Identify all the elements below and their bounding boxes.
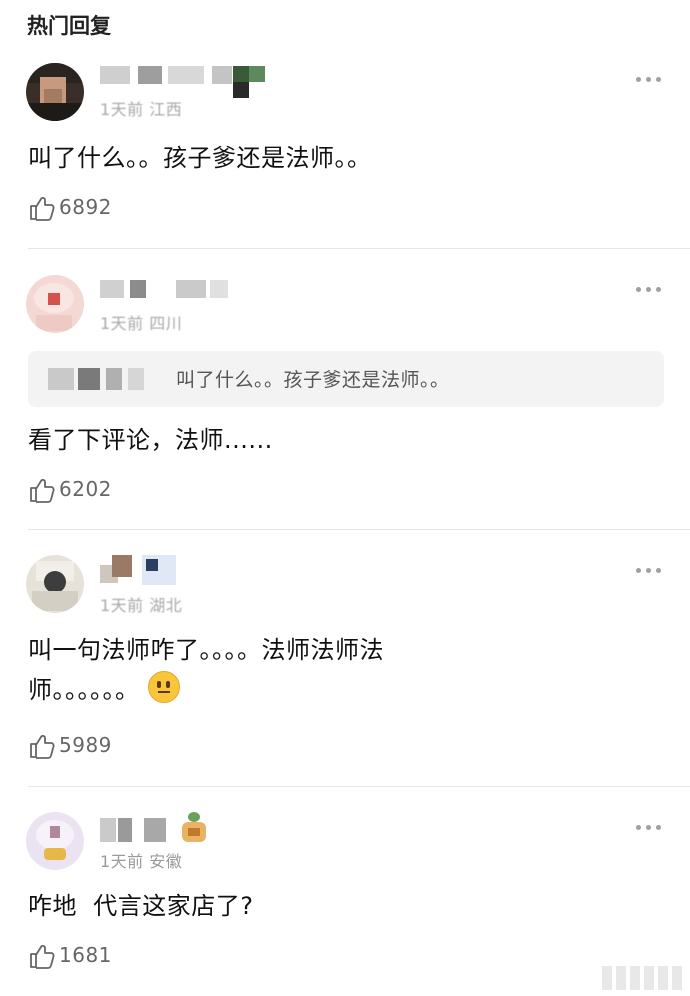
divider	[28, 529, 690, 530]
username-redacted[interactable]	[100, 818, 170, 842]
more-dots-icon[interactable]	[636, 286, 664, 294]
like-count: 6892	[59, 195, 112, 219]
thumbs-up-icon	[30, 735, 55, 759]
quoted-username-redacted	[48, 368, 168, 390]
thumbs-up-icon	[30, 197, 55, 221]
like-count: 1681	[59, 943, 112, 967]
neutral-face-emoji-icon	[147, 671, 180, 703]
like-count: 6202	[59, 477, 112, 501]
divider	[28, 786, 690, 787]
avatar[interactable]	[26, 63, 84, 121]
comment-text-line: 师。。。。。。	[28, 670, 548, 710]
username-redacted[interactable]	[100, 280, 230, 298]
user-badge-icon	[233, 66, 265, 98]
quoted-text: 叫了什么。。孩子爹还是法师。。	[176, 369, 450, 391]
comment-meta: 1天前 江西	[100, 100, 183, 119]
comment-meta: 1天前 湖北	[100, 596, 183, 615]
username-redacted[interactable]	[100, 555, 180, 585]
avatar[interactable]	[26, 275, 84, 333]
watermark-redacted	[602, 966, 682, 990]
thumbs-up-icon	[30, 479, 55, 503]
comment-text-line: 叫一句法师咋了。。。。法师法师法	[28, 636, 384, 664]
comment-text: 咋地 代言这家店了?	[28, 892, 254, 920]
more-dots-icon[interactable]	[636, 76, 664, 84]
more-dots-icon[interactable]	[636, 824, 664, 832]
comment-meta: 1天前 四川	[100, 314, 183, 333]
comment-text-segment: 师。。。。。。	[28, 676, 140, 704]
more-dots-icon[interactable]	[636, 567, 664, 575]
comment-text: 叫了什么。。孩子爹还是法师。。	[28, 144, 372, 172]
user-badge-icon	[180, 812, 208, 844]
avatar[interactable]	[26, 812, 84, 870]
comment-meta: 1天前 安徽	[100, 852, 183, 871]
like-count: 5989	[59, 733, 112, 757]
divider	[28, 248, 690, 249]
quoted-reply[interactable]: 叫了什么。。孩子爹还是法师。。	[28, 351, 664, 407]
comment-text: 叫一句法师咋了。。。。法师法师法 师。。。。。。	[28, 630, 548, 710]
avatar[interactable]	[26, 555, 84, 613]
thumbs-up-icon	[30, 945, 55, 969]
comment-text: 看了下评论，法师......	[28, 426, 273, 454]
section-title: 热门回复	[27, 14, 111, 38]
